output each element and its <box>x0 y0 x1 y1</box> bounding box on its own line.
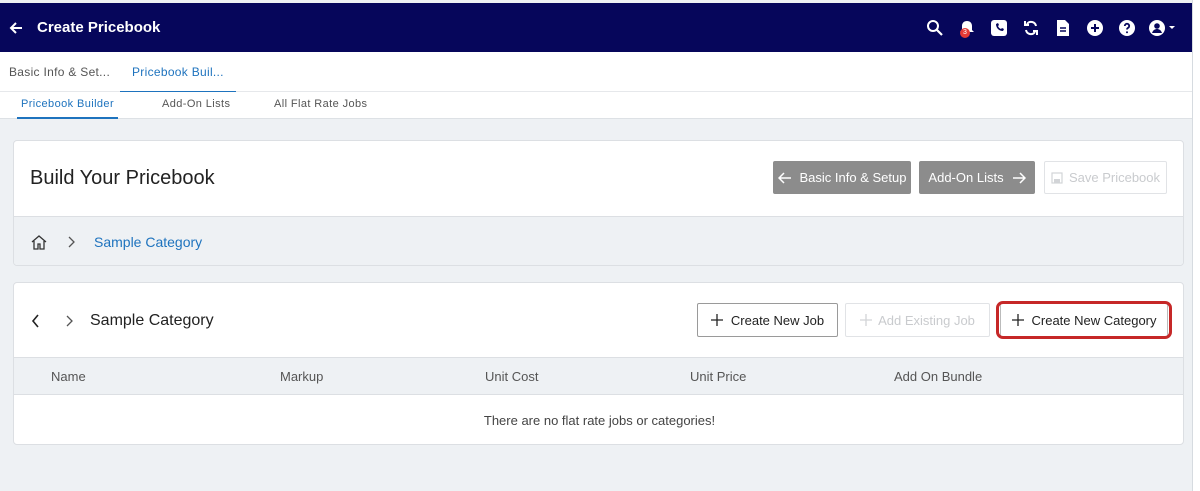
tab-pricebook-builder[interactable]: Pricebook Buil... <box>120 52 236 92</box>
notification-badge: 3 <box>960 28 970 38</box>
column-unit-cost[interactable]: Unit Cost <box>485 358 538 396</box>
secondary-tabs: Pricebook Builder Add-On Lists All Flat … <box>0 92 1192 119</box>
section-heading: Build Your Pricebook <box>30 167 215 189</box>
plus-icon <box>710 314 723 326</box>
chevron-right-icon <box>68 236 76 248</box>
arrow-right-icon <box>1012 171 1026 184</box>
add-existing-job-button[interactable]: Add Existing Job <box>845 303 990 337</box>
column-add-on-bundle[interactable]: Add On Bundle <box>894 358 982 396</box>
breadcrumb-sample-category[interactable]: Sample Category <box>94 234 202 250</box>
column-name[interactable]: Name <box>51 358 86 396</box>
category-title: Sample Category <box>90 312 214 329</box>
save-pricebook-label: Save Pricebook <box>1068 170 1161 185</box>
subtab-all-flat-rate-jobs[interactable]: All Flat Rate Jobs <box>274 92 367 119</box>
sync-icon[interactable] <box>1015 3 1047 52</box>
bell-icon[interactable]: 3 <box>951 3 983 52</box>
table-header: Name Markup Unit Cost Unit Price Add On … <box>14 357 1183 396</box>
search-icon[interactable] <box>919 3 951 52</box>
chevron-right-icon[interactable] <box>66 315 74 327</box>
column-unit-price[interactable]: Unit Price <box>690 358 746 396</box>
add-on-lists-button[interactable]: Add-On Lists <box>919 161 1035 194</box>
plus-icon <box>860 314 873 326</box>
basic-info-setup-button[interactable]: Basic Info & Setup <box>773 161 911 194</box>
column-markup[interactable]: Markup <box>280 358 323 396</box>
subtab-add-on-lists[interactable]: Add-On Lists <box>162 92 230 119</box>
empty-state-message: There are no flat rate jobs or categorie… <box>483 413 716 428</box>
document-icon[interactable] <box>1047 3 1079 52</box>
add-on-lists-label: Add-On Lists <box>928 170 1004 185</box>
breadcrumb: Sample Category <box>14 216 1183 265</box>
phone-icon[interactable] <box>983 3 1015 52</box>
highlight-box <box>996 301 1172 339</box>
plus-circle-icon[interactable] <box>1079 3 1111 52</box>
back-arrow-icon[interactable] <box>1 3 31 52</box>
help-icon[interactable] <box>1111 3 1143 52</box>
chevron-left-icon[interactable] <box>31 314 40 328</box>
tab-basic-info[interactable]: Basic Info & Set... <box>9 52 110 92</box>
header-icons: 3 <box>919 3 1183 52</box>
app-frame: Create Pricebook 3 Basic Info & Set... P… <box>0 0 1193 491</box>
subtab-pricebook-builder[interactable]: Pricebook Builder <box>17 92 119 119</box>
basic-info-setup-label: Basic Info & Setup <box>799 170 907 185</box>
primary-tabs: Basic Info & Set... Pricebook Buil... <box>0 52 1192 92</box>
add-existing-job-label: Add Existing Job <box>878 312 975 328</box>
user-circle-icon[interactable] <box>1143 3 1183 52</box>
save-pricebook-button[interactable]: Save Pricebook <box>1044 161 1167 194</box>
arrow-left-icon <box>777 171 791 184</box>
category-card: Sample Category Create New Job Add Exist… <box>13 282 1184 445</box>
create-new-job-button[interactable]: Create New Job <box>697 303 838 337</box>
build-pricebook-card: Build Your Pricebook Basic Info & Setup … <box>13 140 1184 266</box>
save-icon <box>1051 171 1063 184</box>
top-bar: Create Pricebook 3 <box>0 3 1192 52</box>
home-icon[interactable] <box>30 233 48 251</box>
create-new-job-label: Create New Job <box>730 312 825 328</box>
page-title: Create Pricebook <box>37 19 161 36</box>
